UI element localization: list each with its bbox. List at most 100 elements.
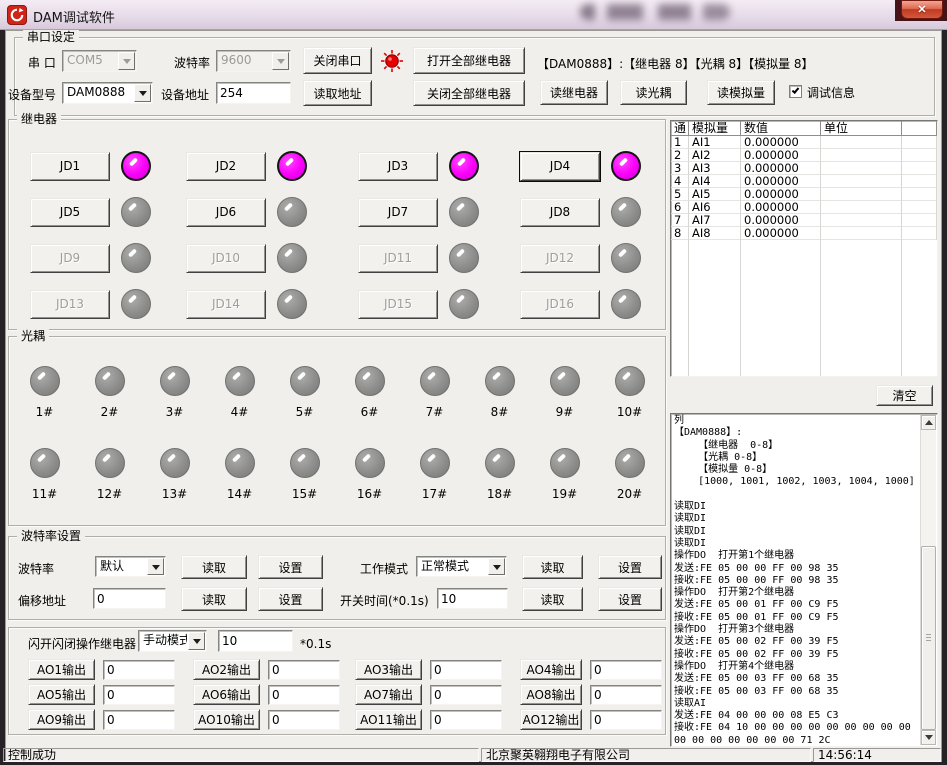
- work-mode-set-button[interactable]: 设置: [598, 555, 662, 579]
- opto-label: 19#: [552, 488, 577, 501]
- ao-output-input[interactable]: [590, 685, 662, 705]
- baud-setting-dropdown-button[interactable]: [147, 558, 164, 575]
- flash-mode-combobox[interactable]: 手动模式: [138, 630, 207, 652]
- relay-button[interactable]: JD9: [30, 244, 110, 273]
- ao-output-button[interactable]: AO5输出: [28, 684, 95, 705]
- log-scrollbar[interactable]: [920, 415, 936, 745]
- relay-button[interactable]: JD14: [186, 290, 266, 319]
- relay-button[interactable]: JD8: [520, 198, 600, 227]
- ao-output-button[interactable]: AO6输出: [193, 684, 260, 705]
- ao-output-button[interactable]: AO4输出: [520, 659, 582, 680]
- ao-output-button[interactable]: AO2输出: [193, 659, 260, 680]
- relay-button[interactable]: JD3: [358, 152, 438, 181]
- ao-output-button[interactable]: AO1输出: [28, 659, 95, 680]
- cell-analog: AI2: [689, 149, 741, 162]
- opto-cell: 11#: [12, 448, 77, 503]
- baud-combobox[interactable]: 9600: [216, 50, 291, 72]
- opto-cell: 19#: [532, 448, 597, 503]
- relay-button[interactable]: JD11: [358, 244, 438, 273]
- close-all-relays-button[interactable]: 关闭全部继电器: [413, 80, 525, 106]
- relay-button[interactable]: JD6: [186, 198, 266, 227]
- offset-read-button[interactable]: 读取: [181, 587, 247, 611]
- scroll-up-button[interactable]: [921, 415, 936, 430]
- ao-output-button[interactable]: AO3输出: [355, 659, 422, 680]
- ao-output-input[interactable]: [430, 685, 502, 705]
- ao-output-button[interactable]: AO9输出: [28, 709, 95, 730]
- ao-output-input[interactable]: [430, 660, 502, 680]
- baud-dropdown-button[interactable]: [272, 52, 289, 70]
- opto-led-indicator: [550, 366, 580, 396]
- table-row: 8 AI8 0.000000: [671, 227, 937, 240]
- cell-analog: AI8: [689, 227, 741, 240]
- relay-button[interactable]: JD10: [186, 244, 266, 273]
- serial-port-combobox[interactable]: COM5: [62, 50, 137, 72]
- read-opto-button[interactable]: 读光耦: [620, 80, 687, 105]
- ao-output-input[interactable]: [268, 710, 340, 730]
- relay-cell: JD12: [520, 235, 650, 281]
- baud-set-button[interactable]: 设置: [258, 555, 323, 579]
- ao-output-cell: AO8输出: [520, 682, 662, 707]
- debug-info-checkbox[interactable]: [789, 85, 802, 98]
- opto-label: 16#: [357, 488, 382, 501]
- read-analog-button[interactable]: 读模拟量: [707, 80, 775, 105]
- offset-address-input[interactable]: [93, 588, 166, 609]
- ao-output-input[interactable]: [268, 660, 340, 680]
- ao-output-input[interactable]: [103, 685, 175, 705]
- ao-output-input[interactable]: [590, 710, 662, 730]
- baud-value: 9600: [217, 51, 271, 71]
- flash-mode-dropdown-button[interactable]: [188, 632, 205, 650]
- cell-value: 0.000000: [741, 188, 821, 201]
- work-mode-dropdown-button[interactable]: [488, 558, 505, 575]
- switch-time-input[interactable]: [437, 588, 508, 609]
- device-model-combobox[interactable]: DAM0888: [62, 82, 153, 104]
- ao-output-input[interactable]: [103, 660, 175, 680]
- ao-output-button[interactable]: AO10输出: [193, 709, 260, 730]
- open-all-relays-button[interactable]: 打开全部继电器: [413, 47, 525, 74]
- switch-time-read-button[interactable]: 读取: [522, 587, 583, 611]
- baud-setting-combobox[interactable]: 默认: [95, 556, 166, 577]
- relay-button[interactable]: JD15: [358, 290, 438, 319]
- relay-led-indicator: [449, 197, 479, 227]
- device-address-input[interactable]: [216, 82, 291, 104]
- baud-read-button[interactable]: 读取: [181, 555, 247, 579]
- work-mode-combobox[interactable]: 正常模式: [416, 556, 507, 577]
- ao-output-input[interactable]: [268, 685, 340, 705]
- ao-output-input[interactable]: [103, 710, 175, 730]
- flash-time-input[interactable]: [218, 630, 293, 652]
- relay-led-indicator: [611, 289, 641, 319]
- cell-channel: 5: [671, 188, 689, 201]
- read-address-button[interactable]: 读取地址: [303, 80, 372, 106]
- relay-button[interactable]: JD1: [30, 152, 110, 181]
- opto-led-indicator: [420, 366, 450, 396]
- ao-output-input[interactable]: [430, 710, 502, 730]
- relay-button[interactable]: JD4: [520, 152, 600, 181]
- work-mode-read-button[interactable]: 读取: [522, 555, 583, 579]
- ao-output-input[interactable]: [590, 660, 662, 680]
- relay-button[interactable]: JD2: [186, 152, 266, 181]
- relay-button[interactable]: JD13: [30, 290, 110, 319]
- switch-time-set-button[interactable]: 设置: [598, 587, 662, 611]
- offset-set-button[interactable]: 设置: [258, 587, 323, 611]
- header-value: 数值: [741, 121, 821, 135]
- relay-button[interactable]: JD16: [520, 290, 600, 319]
- relay-button[interactable]: JD7: [358, 198, 438, 227]
- close-serial-button[interactable]: 关闭串口: [303, 47, 372, 74]
- scrollbar-thumb[interactable]: [921, 546, 936, 730]
- clear-log-button[interactable]: 清空: [876, 385, 933, 406]
- serial-port-dropdown-button[interactable]: [118, 52, 135, 70]
- device-model-dropdown-button[interactable]: [134, 84, 151, 102]
- read-relays-button[interactable]: 读继电器: [540, 80, 608, 105]
- ao-output-button[interactable]: AO7输出: [355, 684, 422, 705]
- relay-button[interactable]: JD12: [520, 244, 600, 273]
- scroll-down-button[interactable]: [921, 730, 936, 745]
- log-panel[interactable]: 列 【DAM0888】: 【继电器 0-8】 【光耦 0-8】 【模拟量 0-8…: [670, 413, 938, 747]
- relay-led-indicator: [449, 243, 479, 273]
- ao-output-button[interactable]: AO12输出: [520, 709, 582, 730]
- table-row: 2 AI2 0.000000: [671, 149, 937, 162]
- scrollbar-track[interactable]: [921, 430, 936, 730]
- cell-blank: [902, 162, 937, 175]
- ao-output-button[interactable]: AO11输出: [355, 709, 422, 730]
- close-button[interactable]: ✕: [901, 0, 943, 19]
- relay-button[interactable]: JD5: [30, 198, 110, 227]
- ao-output-button[interactable]: AO8输出: [520, 684, 582, 705]
